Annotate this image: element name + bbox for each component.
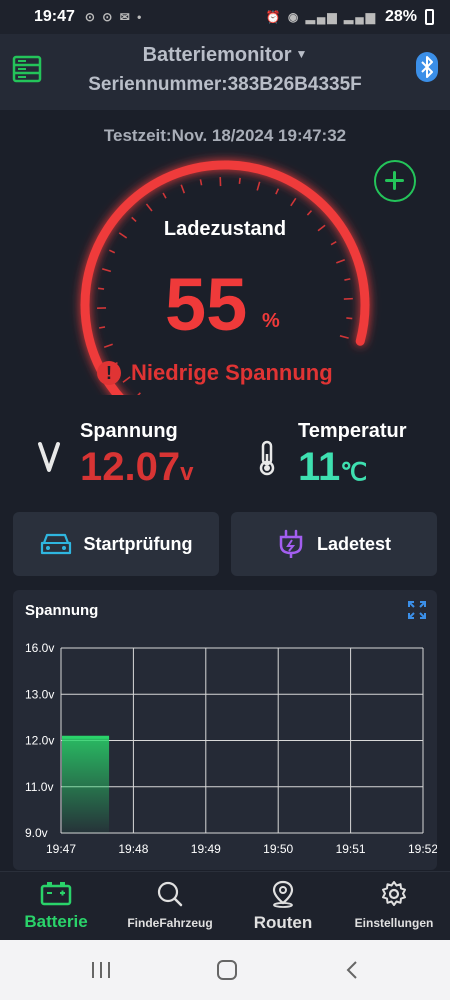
chart-bar [62, 737, 110, 833]
y-tick-label: 9.0v [25, 826, 48, 840]
gauge-tick [238, 177, 241, 184]
gauge-label: Ladezustand [163, 218, 287, 240]
start-check-button[interactable]: Startprüfung [13, 512, 219, 576]
gauge-tick [162, 192, 167, 199]
gauge-tick [101, 268, 112, 273]
y-tick-label: 16.0v [25, 641, 54, 655]
x-tick-label: 19:50 [263, 842, 293, 856]
voltage-unit: v [180, 459, 194, 486]
serial-number: Seriennummer:383B26B4335F [88, 74, 362, 95]
x-tick-label: 19:48 [118, 842, 148, 856]
gauge-value: 55 [165, 263, 248, 346]
gauge-tick [108, 249, 116, 254]
thermometer-icon [259, 440, 275, 476]
voltage-chart-card: Spannung 16.0v 13.0v 12.0v 11.0v 9.0v 19:47 19… [13, 590, 437, 870]
page-title: Batteriemonitor [142, 44, 292, 66]
nav-label-findefahrzeug: FindeFahrzeug [127, 916, 213, 930]
car-icon [40, 533, 71, 555]
x-tick-label: 19:49 [191, 842, 221, 856]
x-tick-label: 19:47 [46, 842, 76, 856]
status-time: 19:47 [34, 8, 75, 25]
nav-item-batterie[interactable]: Batterie [10, 872, 102, 941]
gauge-tick [103, 343, 113, 349]
gauge-tick [336, 258, 346, 264]
gauge-tick [330, 240, 337, 246]
status-bar: 19:47 ⊙ ⊙ ✉ • ⏰ ◉ ▂▄▆ ▂▄▆ 28% [0, 0, 450, 34]
nav-label-routen: Routen [253, 913, 313, 932]
temperature-unit: ℃ [340, 459, 368, 486]
y-tick-label: 11.0v [25, 780, 53, 794]
location-pin-icon [272, 880, 294, 908]
bottom-nav: Batterie FindeFahrzeug Routen Einstellun… [0, 871, 450, 940]
gauge-tick [339, 335, 349, 339]
temperature-value: 11 [298, 445, 341, 489]
battery-percent: 28% [384, 8, 417, 25]
start-check-label: Startprüfung [83, 533, 193, 554]
gauge-tick [256, 181, 261, 191]
gauge-tick [97, 287, 105, 290]
charge-test-button[interactable]: Ladetest [231, 512, 437, 576]
plug-icon [279, 529, 303, 558]
system-nav-bar [0, 940, 450, 1000]
gauge-tick [98, 326, 106, 329]
gauge-tick [344, 278, 351, 281]
gear-icon [382, 881, 406, 906]
y-tick-label: 13.0v [25, 687, 54, 701]
y-tick-label: 12.0v [25, 734, 54, 748]
gauge-tick [275, 188, 280, 195]
gauge-tick [199, 179, 203, 186]
gauge-tick [137, 392, 141, 395]
test-time: Testzeit:Nov. 18/2024 19:47:32 [103, 126, 347, 145]
voltage-value: 12.07 [80, 445, 181, 489]
x-tick-label: 19:51 [336, 842, 366, 856]
voltage-label: Spannung [80, 420, 178, 442]
nav-item-einstellungen[interactable]: Einstellungen [342, 872, 446, 941]
nav-label-einstellungen: Einstellungen [354, 916, 434, 930]
warning-icon: ! [97, 361, 121, 385]
search-car-icon [157, 881, 183, 907]
nav-item-findefahrzeug[interactable]: FindeFahrzeug [118, 872, 222, 941]
gauge-tick [145, 203, 153, 212]
warning-text: Niedrige Spannung [131, 360, 333, 385]
device-selector[interactable]: Batteriemonitor ▼ [0, 44, 450, 67]
temperature-label: Temperatur [298, 420, 407, 442]
bluetooth-icon[interactable] [416, 52, 438, 82]
system-icons: ⏰ ◉ ▂▄▆ ▂▄▆ [265, 10, 377, 24]
gauge-unit: % [262, 310, 280, 332]
temperature-reading: Temperatur 11℃ [298, 420, 407, 490]
recent-apps-icon[interactable] [90, 960, 112, 980]
back-icon[interactable] [344, 960, 360, 980]
gauge-tick [346, 317, 353, 320]
warning-row: ! Niedrige Spannung [97, 360, 333, 386]
battery-status-icon [425, 9, 434, 25]
app-header: Batteriemonitor ▼ Seriennummer:383B26B433… [0, 34, 450, 110]
home-icon[interactable] [216, 959, 238, 981]
notification-icons: ⊙ ⊙ ✉ • [84, 10, 144, 24]
gauge-tick [306, 210, 313, 216]
charge-test-label: Ladetest [316, 533, 392, 554]
voltage-reading: Spannung 12.07v [80, 420, 193, 490]
chevron-down-icon: ▼ [295, 47, 308, 61]
battery-icon [40, 882, 72, 906]
x-tick-label: 19:52 [408, 842, 437, 856]
gauge-tick [290, 197, 297, 207]
nav-item-routen[interactable]: Routen [238, 872, 328, 941]
voltage-chart: 16.0v 13.0v 12.0v 11.0v 9.0v 19:47 19:48 19:49 1… [25, 641, 437, 856]
nav-label-batterie: Batterie [24, 912, 88, 931]
gauge-tick [180, 184, 186, 194]
voltage-icon [38, 442, 60, 472]
